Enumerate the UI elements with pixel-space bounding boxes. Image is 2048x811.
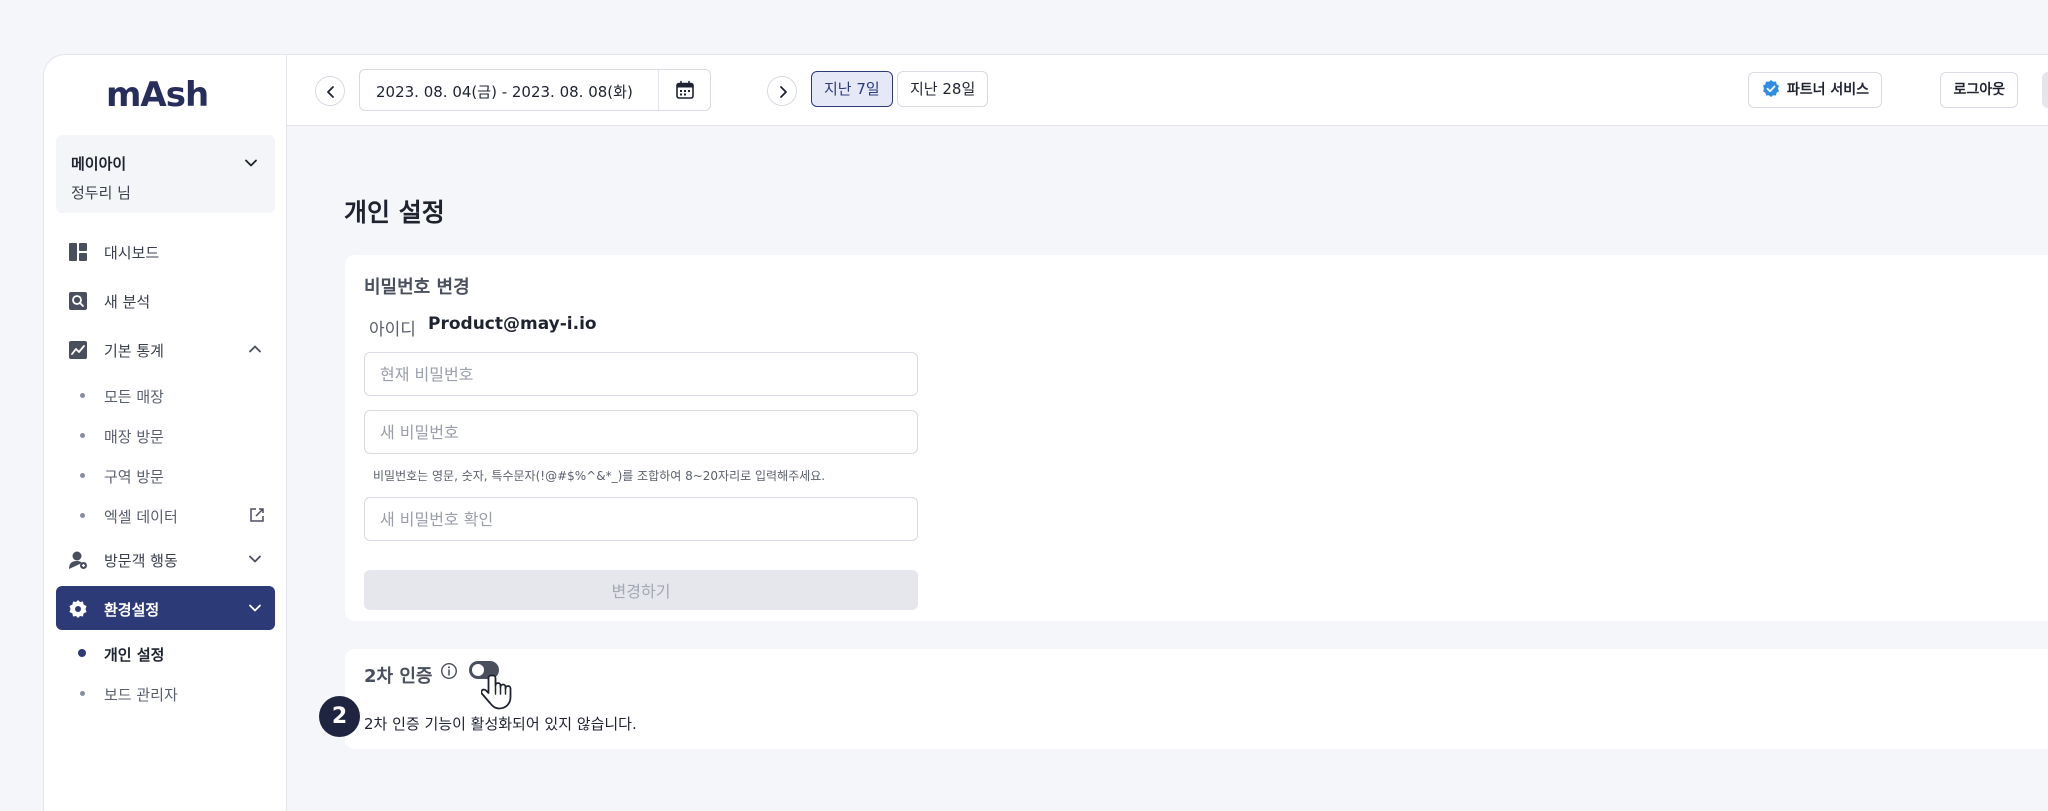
sidebar-subitem-all-stores[interactable]: 모든 매장 [56, 377, 275, 413]
bullet-dot [80, 473, 85, 478]
chevron-down-icon [245, 159, 257, 167]
sidebar-item-label: 환경설정 [104, 601, 160, 619]
sidebar-subitem-label: 엑셀 데이터 [104, 508, 178, 526]
page-title: 개인 설정 [344, 198, 445, 227]
chevron-left-icon [327, 86, 334, 98]
sidebar-item-label: 새 분석 [104, 293, 151, 311]
confirm-password-input[interactable] [364, 497, 918, 541]
password-section-title: 비밀번호 변경 [364, 277, 470, 298]
password-change-card: 비밀번호 변경 아이디 Product@may-i.io 비밀번호는 영문, 숫… [345, 255, 2048, 621]
search-icon [69, 292, 87, 310]
password-hint: 비밀번호는 영문, 숫자, 특수문자(!@#$%^&*_)를 조합하여 8~20… [373, 469, 826, 483]
dashboard-icon [69, 243, 87, 261]
sidebar-subitem-zone-visits[interactable]: 구역 방문 [56, 457, 275, 493]
date-range-picker[interactable]: 2023. 08. 04(금) - 2023. 08. 08(화) [359, 69, 711, 111]
sidebar-item-settings[interactable]: 환경설정 [56, 586, 275, 630]
sidebar-item-visitor-behavior[interactable]: 방문객 행동 [56, 537, 275, 581]
sidebar-subitem-store-visits[interactable]: 매장 방문 [56, 417, 275, 453]
top-bar: 2023. 08. 04(금) - 2023. 08. 08(화) 지난 7일 … [287, 55, 2048, 126]
range-last-28-days[interactable]: 지난 28일 [897, 71, 989, 107]
sidebar-subitem-label: 구역 방문 [104, 468, 164, 486]
sidebar-subitem-label: 보드 관리자 [104, 686, 178, 704]
range-last-7-days[interactable]: 지난 7일 [811, 71, 893, 107]
external-link-icon [250, 508, 264, 522]
sidebar-item-basic-stats[interactable]: 기본 통계 [56, 327, 275, 371]
bullet-dot [80, 393, 85, 398]
chart-icon [69, 341, 87, 359]
bullet-dot [80, 513, 85, 518]
sidebar-item-dashboard[interactable]: 대시보드 [56, 229, 275, 273]
app-window: mAsh 메이아이 정두리 님 대시보드 새 분석 기본 통계 모든 매장 매장… [43, 54, 2048, 811]
sidebar-subitem-label: 매장 방문 [104, 428, 164, 446]
chevron-down-icon [249, 555, 261, 563]
gear-icon [69, 600, 87, 618]
calendar-button[interactable] [658, 70, 710, 110]
two-factor-title: 2차 인증 [364, 666, 433, 687]
id-label: 아이디 [369, 320, 416, 340]
sidebar-item-label: 기본 통계 [104, 342, 164, 360]
new-password-input[interactable] [364, 410, 918, 454]
prev-range-button[interactable] [315, 76, 345, 106]
sidebar-subitem-personal-settings[interactable]: 개인 설정 [56, 635, 275, 671]
verified-badge-icon [1762, 79, 1779, 97]
two-factor-description: 2차 인증 기능이 활성화되어 있지 않습니다. [364, 715, 637, 733]
sidebar-subitem-board-admin[interactable]: 보드 관리자 [56, 675, 275, 711]
sidebar-subitem-label: 개인 설정 [104, 646, 165, 664]
bullet-dot [78, 649, 86, 657]
hand-cursor-icon [481, 674, 512, 710]
brand-logo[interactable]: mAsh [106, 75, 209, 115]
sidebar-item-new-analysis[interactable]: 새 분석 [56, 278, 275, 322]
calendar-icon [676, 80, 694, 99]
account-switcher[interactable]: 메이아이 정두리 님 [56, 135, 275, 213]
bullet-dot [80, 691, 85, 696]
two-factor-card: 2차 인증 2차 인증 기능이 활성화되어 있지 않습니다. [345, 649, 2048, 749]
sidebar-subitem-label: 모든 매장 [104, 388, 164, 406]
current-password-input[interactable] [364, 352, 918, 396]
user-name: 정두리 님 [71, 184, 131, 202]
chevron-down-icon [249, 604, 261, 612]
visitor-icon [69, 551, 87, 569]
chevron-right-icon [780, 86, 787, 98]
truncated-topbar-button[interactable] [2042, 72, 2048, 108]
partner-service-button[interactable]: 파트너 서비스 [1747, 72, 1882, 108]
id-value: Product@may-i.io [428, 314, 597, 334]
sidebar-item-label: 방문객 행동 [104, 552, 178, 570]
info-icon[interactable] [440, 662, 458, 680]
bullet-dot [80, 433, 85, 438]
sidebar-item-label: 대시보드 [104, 244, 160, 262]
next-range-button[interactable] [767, 76, 797, 106]
change-password-button[interactable]: 변경하기 [364, 570, 918, 610]
org-name: 메이아이 [71, 155, 127, 173]
step-number-badge: 2 [319, 696, 360, 737]
partner-service-label: 파트너 서비스 [1786, 82, 1869, 98]
logout-button[interactable]: 로그아웃 [1940, 72, 2018, 108]
date-range-text: 2023. 08. 04(금) - 2023. 08. 08(화) [376, 83, 633, 101]
sidebar-subitem-excel-data[interactable]: 엑셀 데이터 [56, 497, 275, 533]
chevron-up-icon [249, 345, 261, 353]
sidebar: mAsh 메이아이 정두리 님 대시보드 새 분석 기본 통계 모든 매장 매장… [44, 55, 287, 811]
